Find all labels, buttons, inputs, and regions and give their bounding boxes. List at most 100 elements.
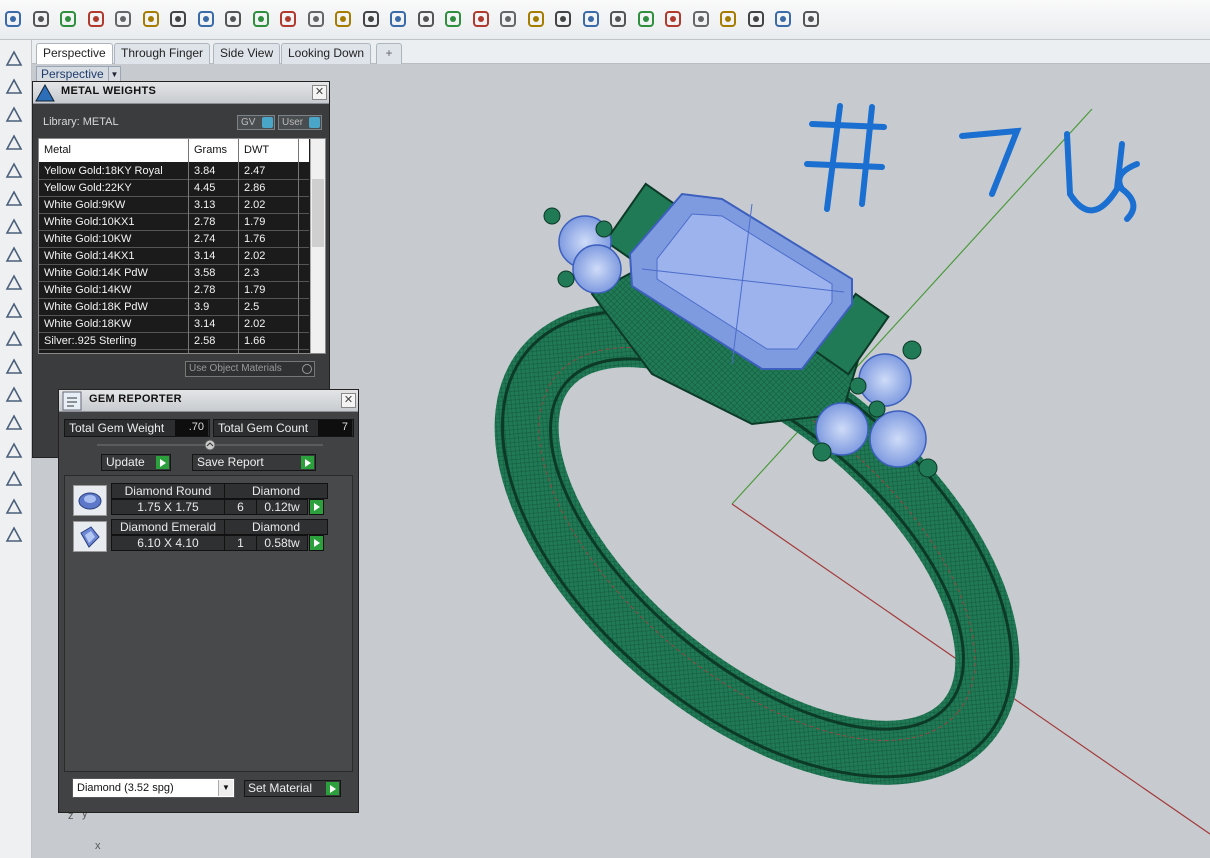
render-icon[interactable] [662,8,684,30]
clipboard-icon[interactable] [140,8,162,30]
light-icon[interactable] [525,8,547,30]
lock-icon[interactable] [552,8,574,30]
scale-tool-icon[interactable] [2,384,26,406]
use-object-materials-checkbox[interactable]: Use Object Materials [185,361,315,377]
material-select[interactable]: Diamond (3.52 spg) ▼ [72,778,235,798]
tab-looking-down[interactable]: Looking Down [281,43,372,64]
analyze-tool-icon[interactable] [2,468,26,490]
gem-material: Diamond [224,519,328,535]
close-icon[interactable]: ✕ [312,85,327,100]
solid-tool-icon[interactable] [2,216,26,238]
shade-icon[interactable] [635,8,657,30]
set-material-button[interactable]: Set Material [244,780,341,797]
move-tool-icon[interactable] [2,356,26,378]
explode-tool-icon[interactable] [2,272,26,294]
point-tool-icon[interactable] [2,48,26,70]
viewport-menu-dropdown[interactable]: ▼ [109,66,121,82]
zoom-selected-icon[interactable] [332,8,354,30]
point-icon[interactable] [470,8,492,30]
save-icon[interactable] [2,8,24,30]
table-row[interactable]: White Gold:14KW 2.78 1.79 [39,282,309,299]
table-row[interactable]: White Gold:18KW 3.14 2.02 [39,316,309,333]
circle-tool-icon[interactable] [2,104,26,126]
paste-special-icon[interactable] [57,8,79,30]
cell-grams: 2.58 [194,335,216,347]
cell-metal: White Gold:14KX1 [44,250,135,262]
pan-icon[interactable] [195,8,217,30]
table-row[interactable]: Silver:.925 Sterling 2.58 1.66 [39,333,309,350]
check-tool-icon[interactable] [2,496,26,518]
tab-side-view[interactable]: Side View [213,43,281,64]
dimension-tool-icon[interactable] [2,300,26,322]
play-icon [326,782,339,795]
layers-icon[interactable] [580,8,602,30]
tab-through-finger[interactable]: Through Finger [114,43,211,64]
grid-snap-icon[interactable] [772,8,794,30]
help-icon[interactable] [800,8,822,30]
surface-tool-icon[interactable] [2,188,26,210]
object-properties-icon[interactable] [442,8,464,30]
rectangle-tool-icon[interactable] [2,132,26,154]
table-row[interactable]: Yellow Gold:22KY 4.45 2.86 [39,180,309,197]
select-gem-button[interactable] [309,535,324,551]
column-header-grams[interactable]: Grams [194,144,227,156]
table-row[interactable]: White Gold:9KW 3.13 2.02 [39,197,309,214]
curve-tool-icon[interactable] [2,76,26,98]
update-button[interactable]: Update [101,454,171,471]
print-icon[interactable] [30,8,52,30]
render-blue-icon[interactable] [690,8,712,30]
table-row[interactable]: White Gold:14KX1 3.14 2.02 [39,248,309,265]
table-row[interactable]: White Gold:18K PdW 3.9 2.5 [39,299,309,316]
array-tool-icon[interactable] [2,440,26,462]
save-report-button[interactable]: Save Report [192,454,316,471]
close-icon[interactable]: ✕ [341,393,356,408]
color-wheel-icon[interactable] [607,8,629,30]
gem-size: 6.10 X 4.10 [111,535,225,551]
cut-icon[interactable] [85,8,107,30]
zoom-extents-icon[interactable] [305,8,327,30]
cell-metal: White Gold:14K PdW [44,267,148,279]
table-row[interactable]: White Gold:10KX1 2.78 1.79 [39,214,309,231]
total-gem-weight: Total Gem Weight .70 [64,419,210,437]
table-row[interactable]: White Gold:10KW 2.74 1.76 [39,231,309,248]
viewport-label[interactable]: Perspective [36,66,109,82]
undo-view-icon[interactable] [360,8,382,30]
column-header-dwt[interactable]: DWT [244,144,269,156]
axis-label-x: x [95,840,101,852]
zoom-icon[interactable] [250,8,272,30]
column-header-metal[interactable]: Metal [44,144,71,156]
four-viewports-icon[interactable] [387,8,409,30]
pointer-icon[interactable] [717,8,739,30]
copy-icon[interactable] [112,8,134,30]
mirror-tool-icon[interactable] [2,412,26,434]
gem-row[interactable]: Diamond Emerald Diamond 6.10 X 4.10 1 0.… [69,519,331,554]
render-tool-icon[interactable] [2,524,26,546]
gv-toggle[interactable]: GV [237,115,275,130]
undo-icon[interactable] [167,8,189,30]
zoom-window-icon[interactable] [277,8,299,30]
car-icon[interactable] [415,8,437,30]
transform-icon[interactable] [497,8,519,30]
gem-reporter-titlebar[interactable]: GEM REPORTER ✕ [59,390,358,412]
gem-row[interactable]: Diamond Round Diamond 1.75 X 1.75 6 0.12… [69,483,331,518]
gem-tool-icon[interactable] [2,328,26,350]
scrollbar-thumb[interactable] [312,179,324,247]
settings-icon[interactable] [745,8,767,30]
add-tab-button[interactable]: + [376,43,402,64]
table-row[interactable]: Yellow Gold:18KY Royal 3.84 2.47 [39,163,309,180]
metal-weights-table[interactable]: Metal Grams DWT Yellow Gold:18KY Royal 3.… [38,138,326,354]
rotate-view-icon[interactable] [222,8,244,30]
splitter-handle[interactable] [97,439,323,451]
table-scrollbar[interactable] [310,139,325,353]
gem-reporter-title: GEM REPORTER [89,393,182,405]
gem-count: 6 [224,499,257,515]
arc-tool-icon[interactable] [2,160,26,182]
total-gem-count-value: 7 [318,420,352,436]
select-gem-button[interactable] [309,499,324,515]
gem-shape: Diamond Emerald [111,519,225,535]
tab-perspective[interactable]: Perspective [36,43,113,64]
user-toggle[interactable]: User [278,115,322,130]
table-row[interactable]: White Gold:14K PdW 3.58 2.3 [39,265,309,282]
mesh-tool-icon[interactable] [2,244,26,266]
metal-weights-titlebar[interactable]: METAL WEIGHTS ✕ [33,82,329,104]
